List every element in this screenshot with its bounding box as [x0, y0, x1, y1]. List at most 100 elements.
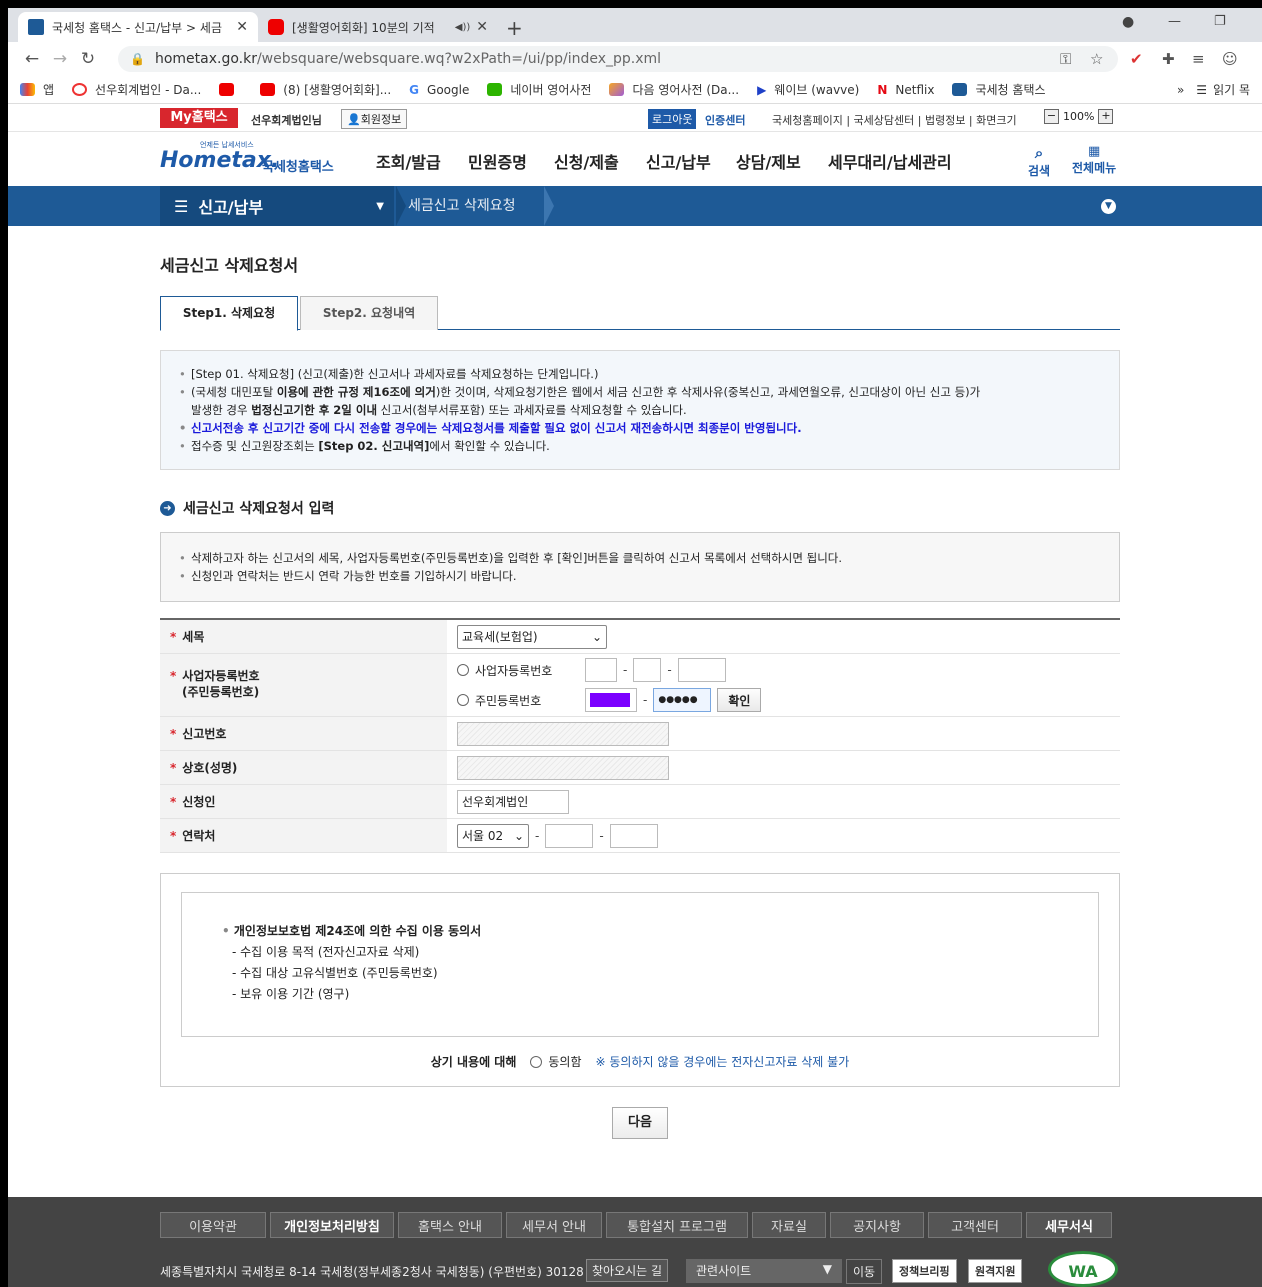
bizno-part2-input[interactable] [633, 658, 662, 682]
consent-text: • 개인정보보호법 제24조에 의한 수집 이용 동의서 - 수집 이용 목적 … [181, 892, 1099, 1037]
remote-support-button[interactable]: 원격지원 [968, 1259, 1023, 1283]
bookmark-netflix[interactable]: N Netflix [877, 83, 934, 98]
move-button[interactable]: 이동 [846, 1259, 883, 1284]
search-button[interactable]: ⌕ 검색 [1028, 144, 1050, 179]
tab-hometax[interactable]: 국세청 홈택스 - 신고/납부 > 세금 ✕ [18, 12, 258, 42]
back-icon[interactable]: ← [18, 49, 46, 69]
user-name: 선우회계법인님 [251, 114, 322, 127]
maximize-icon[interactable]: ❐ [1214, 14, 1226, 29]
avatar[interactable]: ☺ [1222, 50, 1238, 68]
current-page-crumb[interactable]: 세금신고 삭제요청 [408, 186, 516, 226]
radio-rrn[interactable] [457, 694, 469, 706]
footer-notice[interactable]: 공지사항 [830, 1212, 924, 1238]
main-nav: 언제든 납세서비스 Hometax. 국세청홈택스 조회/발급 민원증명 신청/… [8, 132, 1262, 186]
row-tax-item: * 세목 교육세(보험업) ⌄ [160, 620, 1120, 654]
utility-links[interactable]: 국세청홈페이지 | 국세상담센터 | 법령정보 | 화면크기 [772, 112, 1017, 128]
hometax-logo[interactable]: 언제든 납세서비스 Hometax. 국세청홈택스 [160, 140, 350, 180]
menu-report-pay[interactable]: 신고/납부 [646, 149, 711, 173]
bookmark-hometax[interactable]: 국세청 홈택스 [952, 81, 1046, 98]
url-input[interactable]: 🔒 hometax.go.kr/websquare/websquare.wq?w… [118, 46, 1118, 72]
footer-library[interactable]: 자료실 [752, 1212, 826, 1238]
footer-office[interactable]: 세무서 안내 [506, 1212, 602, 1238]
menu-application[interactable]: 신청/제출 [554, 149, 619, 173]
report-no-input[interactable] [457, 721, 669, 746]
rrn-back-input[interactable]: ●●●●● [653, 688, 712, 712]
extension-check-icon[interactable]: ✔ [1130, 50, 1143, 68]
hometax-icon [952, 83, 968, 96]
confirm-button[interactable]: 확인 [717, 688, 762, 712]
star-icon[interactable]: ☆ [1090, 50, 1103, 68]
find-way-button[interactable]: 찾아오시는 길 [586, 1259, 669, 1282]
daum-dict-icon [609, 83, 625, 96]
reload-icon[interactable]: ↻ [74, 49, 102, 69]
bookmark-daum-dict[interactable]: 다음 영어사전 (Da... [609, 81, 739, 98]
address-bar: ← → ↻ 🔒 hometax.go.kr/websquare/websquar… [8, 42, 1262, 76]
related-sites-select[interactable]: 관련사이트 ▼ [686, 1259, 842, 1283]
section-title: ➜ 세금신고 삭제요청서 입력 [160, 498, 1120, 518]
footer-support[interactable]: 고객센터 [928, 1212, 1022, 1238]
section-dropdown[interactable]: ☰ 신고/납부 ▼ [160, 186, 394, 226]
footer-install[interactable]: 통합설치 프로그램 [606, 1212, 748, 1238]
footer-forms[interactable]: 세무서식 [1026, 1212, 1112, 1238]
page-title: 세금신고 삭제요청서 [160, 256, 299, 275]
cert-center-link[interactable]: 인증센터 [705, 112, 745, 128]
my-hometax-button[interactable]: My홈택스 [160, 108, 238, 128]
menu-certificate[interactable]: 민원증명 [468, 149, 527, 173]
minimize-icon[interactable]: — [1168, 14, 1181, 29]
footer-privacy[interactable]: 개인정보처리방침 [270, 1212, 394, 1238]
chevron-down-icon[interactable]: ▼ [1101, 199, 1116, 214]
member-info-button[interactable]: 👤회원정보 [341, 109, 408, 129]
youtube-favicon-icon [268, 19, 284, 35]
audio-icon[interactable]: ◀)) [455, 22, 471, 33]
bookmark-wavve[interactable]: ▶ 웨이브 (wavve) [757, 81, 859, 98]
menu-consult[interactable]: 상담/제보 [736, 149, 801, 173]
bizno-part3-input[interactable] [677, 658, 726, 682]
all-menu-button[interactable]: ▦ 전체메뉴 [1072, 144, 1116, 176]
bookmark-daum[interactable]: 선우회계법인 - Da... [72, 81, 201, 98]
reading-list-label[interactable]: 읽기 목 [1213, 81, 1250, 98]
zoom-out-button[interactable]: − [1044, 109, 1059, 124]
area-code-select[interactable]: 서울 02 ⌄ [457, 823, 529, 848]
footer-guide[interactable]: 홈택스 안내 [398, 1212, 502, 1238]
browser-window: 국세청 홈택스 - 신고/납부 > 세금 ✕ [생활영어회화] 10분의 기적 … [8, 8, 1262, 1287]
menu-tax-agent[interactable]: 세무대리/납세관리 [828, 149, 952, 173]
tax-item-select[interactable]: 교육세(보험업) ⌄ [457, 624, 607, 649]
bookmark-youtube[interactable] [219, 83, 242, 96]
phone-mid-input[interactable] [545, 823, 594, 848]
daum-icon [72, 83, 88, 96]
forward-icon[interactable]: → [46, 49, 74, 69]
bizno-part1-input[interactable] [585, 658, 617, 682]
rrn-front-input[interactable] [585, 688, 637, 712]
more-bookmarks-icon[interactable]: » [1177, 83, 1184, 97]
policy-briefing-button[interactable]: 정책브리핑 [892, 1259, 957, 1283]
radio-bizno[interactable] [457, 664, 469, 676]
close-icon[interactable]: ✕ [476, 19, 488, 35]
profile-icon[interactable]: ● [1122, 14, 1134, 30]
next-button[interactable]: 다음 [612, 1107, 668, 1139]
bookmark-apps[interactable]: 앱 [20, 81, 54, 98]
close-icon[interactable]: ✕ [236, 19, 248, 35]
bookmark-youtube-english[interactable]: (8) [생활영어회화]... [260, 81, 391, 98]
reading-list-icon[interactable]: ☰ [1196, 83, 1207, 97]
zoom-in-button[interactable]: + [1098, 109, 1114, 124]
bookmark-google[interactable]: G Google [409, 83, 469, 98]
tab-step1[interactable]: Step1. 삭제요청 [160, 296, 298, 331]
key-icon[interactable]: ⚿ [1060, 50, 1071, 68]
tab-youtube[interactable]: [생활영어회화] 10분의 기적 ◀)) ✕ [258, 12, 498, 42]
arrow-circle-icon: ➜ [160, 500, 175, 516]
company-input[interactable] [457, 755, 669, 780]
new-tab-icon[interactable]: + [506, 16, 523, 40]
logout-button[interactable]: 로그아웃 [648, 109, 697, 129]
netflix-icon: N [877, 83, 888, 97]
footer-terms[interactable]: 이용약관 [160, 1212, 266, 1238]
bookmark-naver-dict[interactable]: 네이버 영어사전 [487, 81, 591, 98]
menu-inquiry[interactable]: 조회/발급 [376, 149, 441, 173]
agree-row: 상기 내용에 대해 동의함 ※ 동의하지 않을 경우에는 전자신고자료 삭제 불… [430, 1055, 850, 1069]
agree-radio[interactable] [530, 1055, 543, 1068]
guide-box: [Step 01. 삭제요청] (신고(제출)한 신고서나 과세자료를 삭제요청… [160, 350, 1120, 470]
puzzle-icon[interactable]: ✚ [1162, 50, 1175, 68]
applicant-input[interactable]: 선우회계법인 [457, 789, 569, 814]
tab-step2[interactable]: Step2. 요청내역 [300, 296, 438, 330]
playlist-icon[interactable]: ≡ [1192, 50, 1205, 68]
phone-last-input[interactable] [609, 823, 658, 848]
